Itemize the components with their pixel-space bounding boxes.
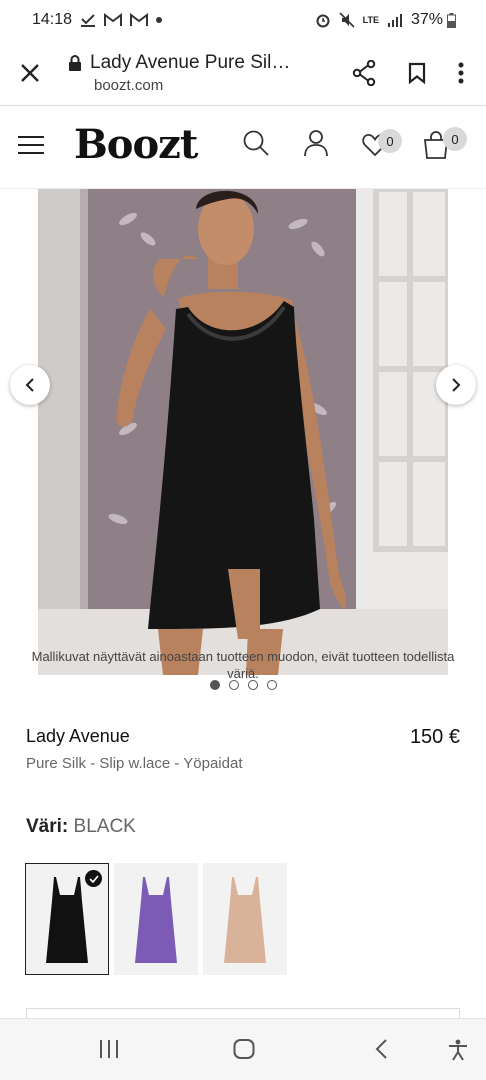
- gallery-prev-button[interactable]: [10, 365, 50, 405]
- product-brand[interactable]: Lady Avenue: [26, 726, 130, 747]
- swatch-purple[interactable]: [114, 863, 198, 975]
- swatch-nude[interactable]: [203, 863, 287, 975]
- user-icon: [304, 130, 328, 157]
- alarm-icon: [316, 14, 330, 28]
- selected-check-icon: [85, 870, 102, 887]
- product-photo: [38, 189, 448, 675]
- status-right: LTE 37%: [315, 11, 456, 29]
- cart-button[interactable]: 0: [423, 127, 467, 164]
- cart-badge: 0: [443, 127, 467, 151]
- checkmark-notification-icon: [81, 14, 96, 27]
- boozt-logo[interactable]: Boozt: [74, 121, 198, 168]
- url-block[interactable]: Lady Avenue Pure Sil… boozt.com: [60, 52, 352, 94]
- swatch-black[interactable]: [25, 863, 109, 975]
- gallery-next-button[interactable]: [436, 365, 476, 405]
- color-swatches: [25, 863, 287, 975]
- chevron-right-icon: [452, 378, 461, 392]
- nude-slip-thumbnail: [224, 877, 266, 963]
- purple-slip-thumbnail: [135, 877, 177, 963]
- product-subtitle: Pure Silk - Slip w.lace - Yöpaidat: [26, 755, 243, 772]
- network-type: LTE: [362, 14, 379, 25]
- product-image[interactable]: [38, 189, 448, 675]
- search-button[interactable]: [242, 129, 270, 162]
- battery-percent: 37%: [410, 11, 443, 28]
- share-icon[interactable]: [352, 59, 376, 86]
- back-icon[interactable]: [374, 1039, 388, 1059]
- product-price: 150 €: [409, 726, 460, 748]
- product-gallery: [0, 189, 486, 675]
- browser-toolbar: Lady Avenue Pure Sil… boozt.com: [0, 40, 486, 106]
- close-tab-button[interactable]: [0, 40, 60, 106]
- account-button[interactable]: [303, 129, 329, 162]
- battery-icon: [447, 12, 456, 28]
- page-title: Lady Avenue Pure Sil…: [90, 51, 291, 73]
- color-selector-label: Väri: BLACK: [26, 816, 136, 838]
- chevron-left-icon: [25, 378, 34, 392]
- android-navigation-bar: [0, 1018, 486, 1080]
- gmail-icon-2: [130, 13, 149, 26]
- menu-icon[interactable]: [18, 135, 44, 155]
- battery: 37%: [411, 11, 456, 29]
- gallery-dot-3[interactable]: [247, 680, 258, 690]
- recent-apps-icon[interactable]: [98, 1039, 120, 1059]
- status-time: 14:18: [32, 11, 73, 28]
- lock-icon: [69, 54, 81, 71]
- bookmark-icon[interactable]: [408, 62, 426, 84]
- size-selector-partial[interactable]: [26, 1008, 460, 1018]
- gallery-dot-4[interactable]: [266, 680, 277, 690]
- gallery-dot-1[interactable]: [209, 680, 220, 690]
- search-icon: [243, 130, 269, 156]
- wishlist-badge: 0: [378, 129, 402, 153]
- wishlist-button[interactable]: 0: [362, 129, 402, 162]
- signal-icon: [387, 14, 402, 27]
- status-left: 14:18: [32, 11, 163, 29]
- site-header: Boozt 0 0: [0, 107, 486, 189]
- accessibility-icon[interactable]: [447, 1039, 469, 1061]
- color-label: Väri:: [26, 816, 69, 837]
- more-options-icon[interactable]: [458, 62, 464, 84]
- gallery-pagination: [0, 680, 486, 690]
- more-notifications-dot-icon: [156, 17, 163, 23]
- mute-icon: [339, 12, 355, 28]
- color-value: BLACK: [73, 816, 136, 837]
- gmail-icon: [104, 13, 123, 26]
- gallery-dot-2[interactable]: [228, 680, 239, 690]
- image-disclaimer: Mallikuvat näyttävät ainoastaan tuotteen…: [31, 649, 455, 681]
- status-bar: 14:18 LTE 37%: [0, 0, 486, 40]
- black-slip-thumbnail: [46, 877, 88, 963]
- home-icon[interactable]: [233, 1039, 255, 1059]
- close-icon: [21, 63, 39, 82]
- url-domain: boozt.com: [94, 76, 164, 94]
